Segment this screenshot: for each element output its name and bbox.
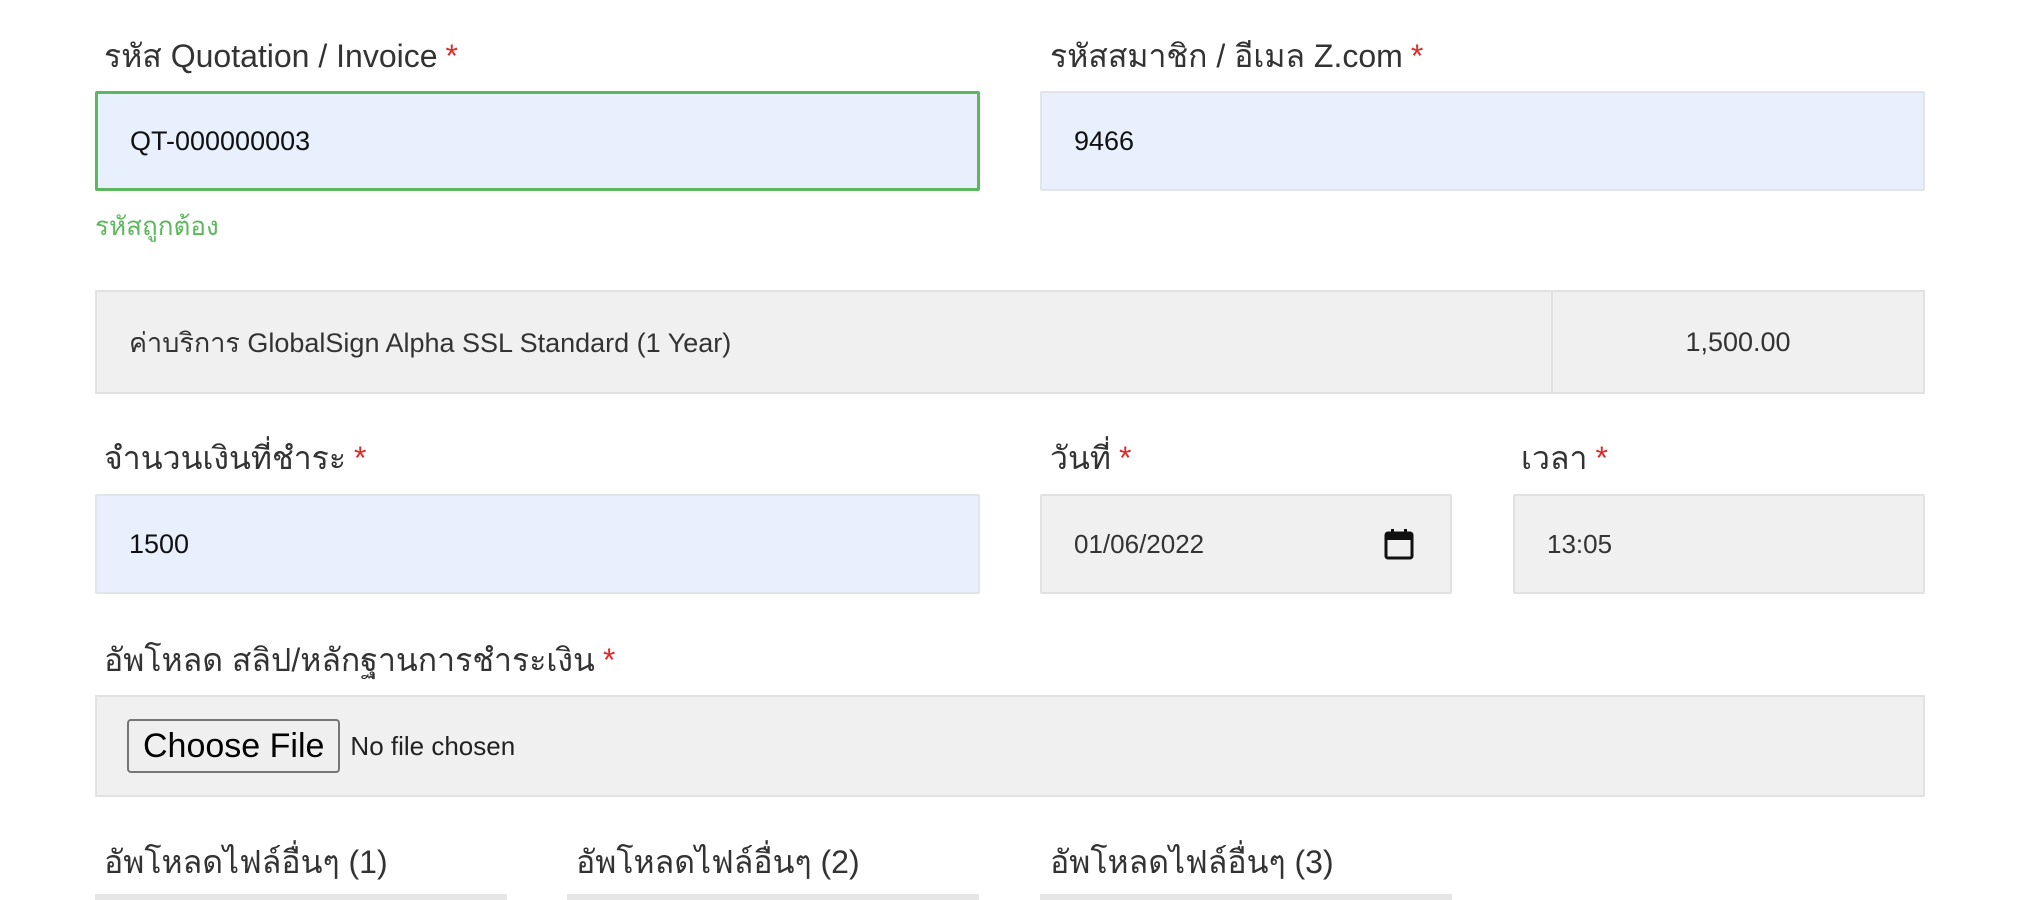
required-marker: * xyxy=(1595,440,1608,476)
service-price: 1,500.00 xyxy=(1551,292,1923,392)
date-label: วันที่ * xyxy=(1050,440,1132,476)
service-summary-row: ค่าบริการ GlobalSign Alpha SSL Standard … xyxy=(95,290,1925,394)
other-upload-3-label: อัพโหลดไฟล์อื่นๆ (3) xyxy=(1050,844,1334,880)
required-marker: * xyxy=(602,642,616,678)
required-marker: * xyxy=(1410,38,1424,74)
quotation-value: QT-000000003 xyxy=(130,125,311,156)
other-upload-2-input[interactable] xyxy=(567,894,979,900)
required-marker: * xyxy=(1118,440,1132,476)
upload-slip-label: อัพโหลด สลิป/หลักฐานการชำระเงิน * xyxy=(104,642,616,678)
other-upload-2-label: อัพโหลดไฟล์อื่นๆ (2) xyxy=(576,844,860,880)
service-description: ค่าบริการ GlobalSign Alpha SSL Standard … xyxy=(129,327,732,358)
member-label: รหัสสมาชิก / อีเมล Z.com * xyxy=(1050,38,1424,74)
time-input[interactable]: 13:05 xyxy=(1513,494,1925,594)
date-value: 01/06/2022 xyxy=(1074,528,1205,559)
calendar-icon[interactable] xyxy=(1384,528,1414,560)
member-input[interactable]: 9466 xyxy=(1040,91,1925,191)
amount-label: จำนวนเงินที่ชำระ * xyxy=(104,440,367,476)
date-input[interactable]: 01/06/2022 xyxy=(1040,494,1452,594)
required-marker: * xyxy=(445,38,458,74)
other-upload-3-input[interactable] xyxy=(1040,894,1452,900)
member-value: 9466 xyxy=(1074,125,1135,156)
amount-value: 1500 xyxy=(129,528,190,559)
other-upload-1-input[interactable] xyxy=(95,894,507,900)
quotation-input[interactable]: QT-000000003 xyxy=(95,91,980,191)
upload-slip-file-input[interactable]: Choose File No file chosen xyxy=(95,695,1925,797)
other-upload-1-label: อัพโหลดไฟล์อื่นๆ (1) xyxy=(104,844,388,880)
time-value: 13:05 xyxy=(1547,528,1613,559)
required-marker: * xyxy=(354,440,367,476)
file-status: No file chosen xyxy=(350,730,516,761)
amount-input[interactable]: 1500 xyxy=(95,494,980,594)
choose-file-button[interactable]: Choose File xyxy=(127,719,341,773)
time-label: เวลา * xyxy=(1521,440,1608,476)
quotation-valid-message: รหัสถูกต้อง xyxy=(95,211,219,241)
quotation-label: รหัส Quotation / Invoice * xyxy=(104,38,458,74)
